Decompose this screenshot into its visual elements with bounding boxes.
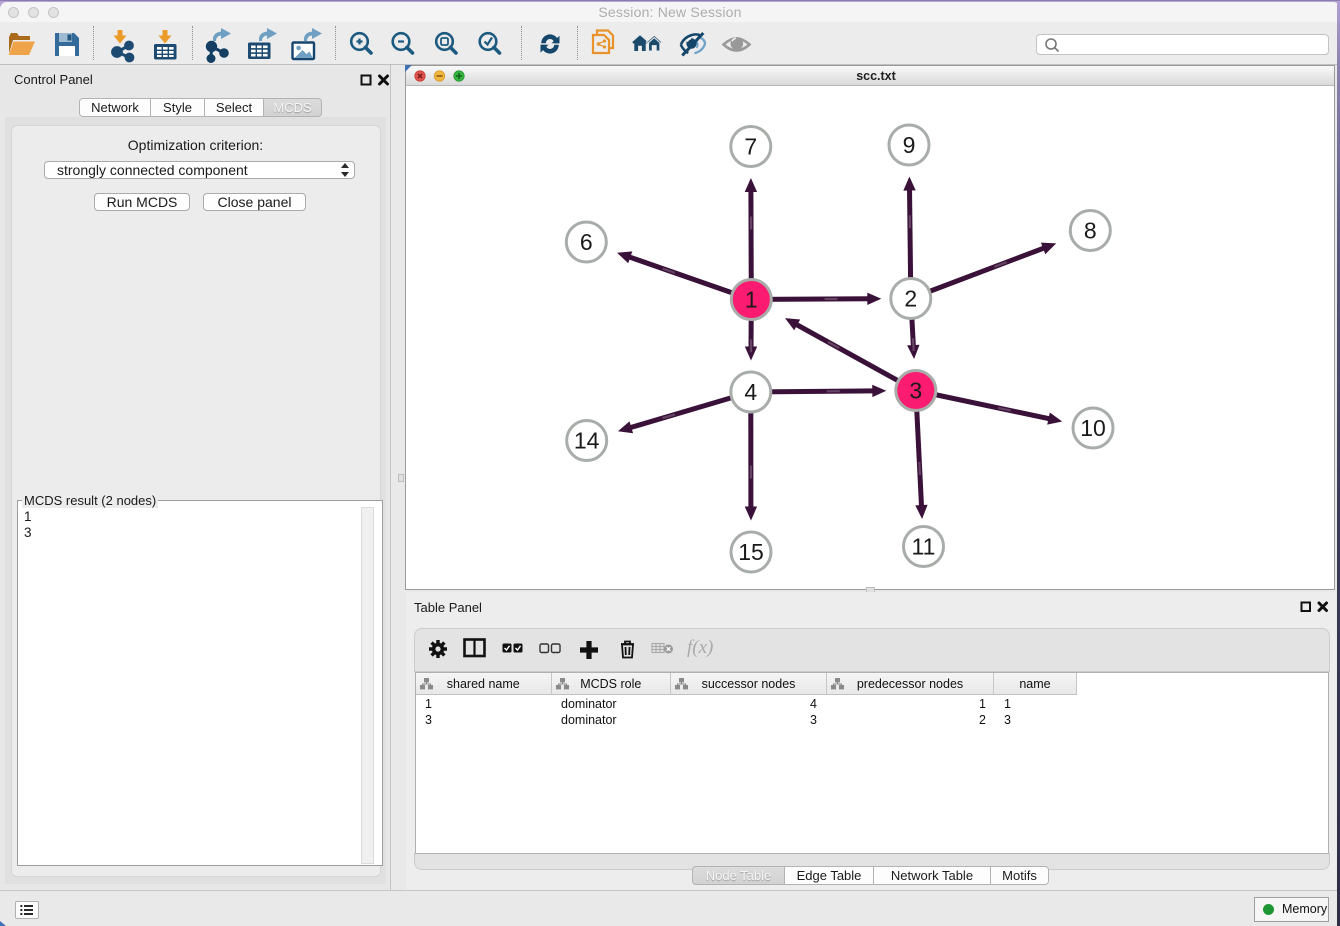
svg-text:8: 8 [1084,218,1097,244]
svg-text:4: 4 [744,379,757,405]
svg-text:14: 14 [574,428,600,454]
svg-text:15: 15 [738,539,764,565]
svg-text:7: 7 [744,134,757,160]
svg-text:6: 6 [580,229,593,255]
svg-text:3: 3 [909,378,922,404]
svg-text:9: 9 [903,132,916,158]
svg-text:11: 11 [912,534,936,560]
svg-text:10: 10 [1080,415,1106,441]
svg-text:2: 2 [904,286,917,312]
svg-text:1: 1 [745,287,758,313]
